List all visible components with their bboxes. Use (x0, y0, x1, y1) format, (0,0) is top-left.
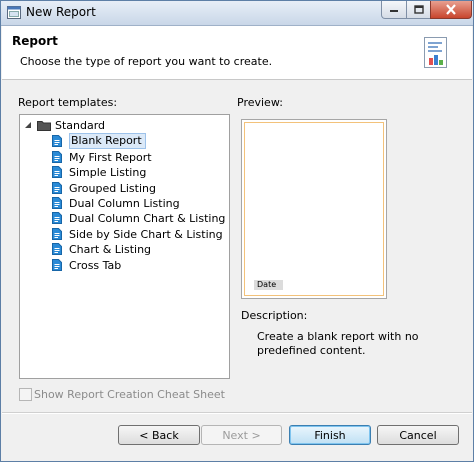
template-label: Cross Tab (69, 258, 122, 272)
report-template-icon (52, 212, 62, 224)
template-label: Blank Report (69, 133, 146, 149)
template-blank-report[interactable]: Blank Report (52, 133, 146, 149)
template-cross-tab[interactable]: Cross Tab (52, 257, 121, 273)
template-label: Grouped Listing (69, 181, 156, 195)
report-template-icon (52, 243, 62, 255)
templates-label: Report templates: (18, 96, 118, 109)
minimize-icon (390, 9, 398, 12)
preview-page (244, 122, 384, 296)
template-chart-listing[interactable]: Chart & Listing (52, 241, 151, 257)
window-title: New Report (26, 5, 96, 19)
new-report-dialog: New Report Report Choose the type of rep… (0, 0, 474, 462)
title-bar[interactable]: New Report (1, 1, 473, 26)
template-label: Simple Listing (69, 165, 147, 179)
template-my-first-report[interactable]: My First Report (52, 149, 152, 165)
finish-button[interactable]: Finish (289, 425, 371, 445)
tree-folder-standard[interactable]: Standard (24, 117, 105, 133)
cheat-sheet-checkbox[interactable] (19, 388, 32, 401)
report-templates-tree[interactable]: Standard Blank Report My First Report Si… (19, 114, 230, 379)
report-wizard-icon (424, 37, 447, 68)
template-label: Dual Column Chart & Listing (69, 211, 226, 225)
template-label: Dual Column Listing (69, 196, 180, 210)
template-grouped-listing[interactable]: Grouped Listing (52, 180, 156, 196)
template-label: Side by Side Chart & Listing (69, 227, 223, 241)
maximize-icon (413, 5, 424, 14)
close-icon (446, 4, 456, 15)
description-text: Create a blank report with no predefined… (257, 330, 419, 357)
page-title: Report (12, 34, 58, 48)
description-label: Description: (241, 309, 308, 322)
tree-folder-label: Standard (55, 118, 106, 132)
close-button[interactable] (430, 1, 472, 19)
report-template-icon (52, 182, 62, 194)
preview-label: Preview: (237, 96, 283, 109)
template-dual-column-chart-listing[interactable]: Dual Column Chart & Listing (52, 210, 225, 226)
report-template-icon (52, 135, 62, 147)
report-template-icon (52, 228, 62, 240)
maximize-button[interactable] (406, 1, 431, 19)
app-window-icon (7, 6, 21, 19)
next-button[interactable]: Next > (201, 425, 282, 445)
minimize-button[interactable] (381, 1, 407, 19)
footer-separator (2, 412, 472, 414)
back-button[interactable]: < Back (118, 425, 200, 445)
template-side-by-side-chart-listing[interactable]: Side by Side Chart & Listing (52, 226, 223, 242)
template-dual-column-listing[interactable]: Dual Column Listing (52, 195, 180, 211)
cheat-sheet-label: Show Report Creation Cheat Sheet (34, 388, 225, 401)
template-simple-listing[interactable]: Simple Listing (52, 164, 146, 180)
report-template-icon (52, 259, 62, 271)
report-preview: Date (241, 119, 387, 299)
report-template-icon (52, 166, 62, 178)
cancel-button[interactable]: Cancel (377, 425, 459, 445)
expanded-arrow-icon (25, 121, 31, 128)
preview-date-tag: Date (254, 280, 283, 290)
page-subtitle: Choose the type of report you want to cr… (20, 55, 273, 68)
report-template-icon (52, 197, 62, 209)
cheat-sheet-checkbox-row[interactable]: Show Report Creation Cheat Sheet (19, 388, 225, 401)
template-label: My First Report (69, 150, 152, 164)
template-label: Chart & Listing (69, 242, 152, 256)
report-template-icon (52, 151, 62, 163)
folder-icon (37, 120, 51, 131)
dialog-header: Report Choose the type of report you wan… (2, 26, 472, 80)
